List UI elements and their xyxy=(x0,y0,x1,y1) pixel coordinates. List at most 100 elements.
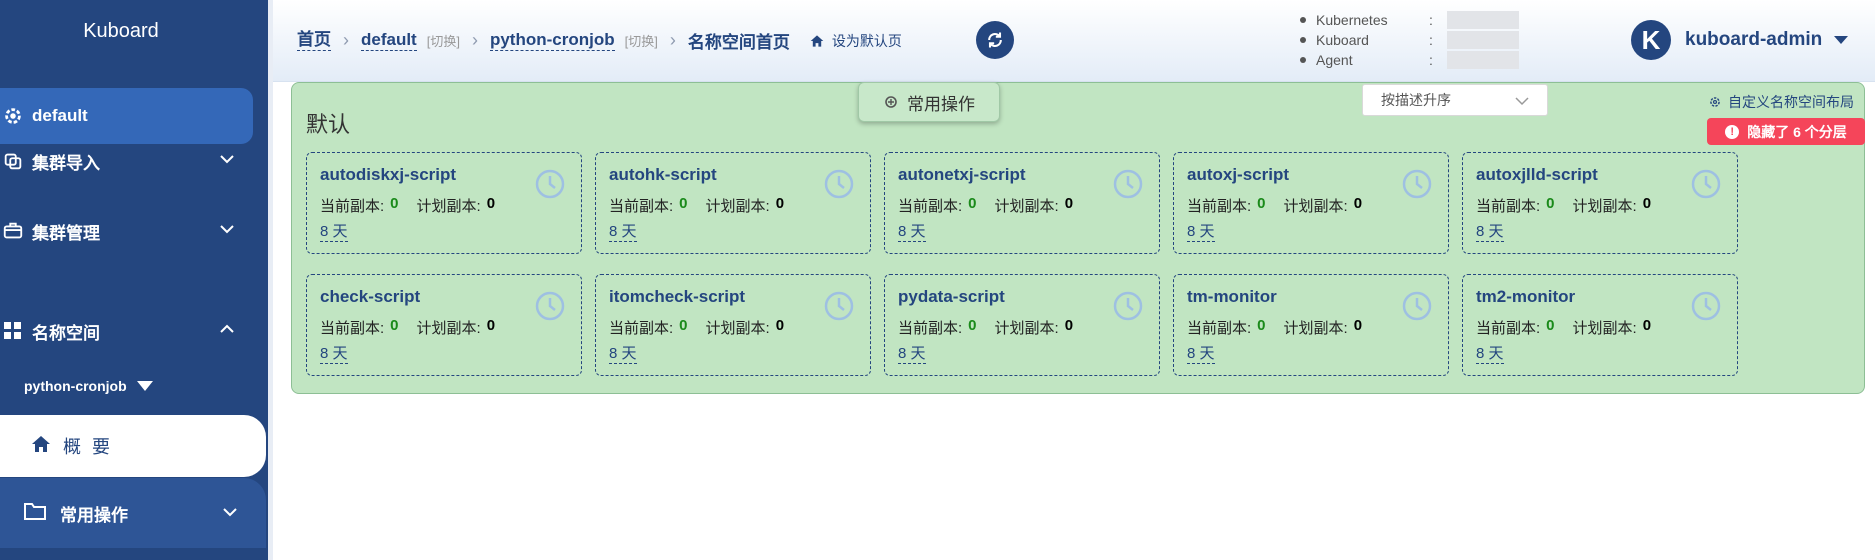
refresh-button[interactable] xyxy=(976,21,1014,59)
user-menu[interactable]: K kuboard-admin xyxy=(1631,20,1849,60)
bullet-icon xyxy=(1300,17,1306,23)
custom-layout-link[interactable]: 自定义名称空间布局 xyxy=(1708,92,1854,112)
workload-card[interactable]: itomcheck-script 当前副本: 0 计划副本: 0 8 天 xyxy=(595,274,871,376)
sidebar-item-label: 概 要 xyxy=(63,437,114,457)
current-replicas-value: 0 xyxy=(1546,195,1555,212)
planned-replicas-label: 计划副本: xyxy=(994,320,1059,337)
chevron-right-icon: › xyxy=(669,30,676,50)
current-replicas-value: 0 xyxy=(1257,317,1266,334)
sidebar-item-overview[interactable]: 概 要 xyxy=(0,415,266,477)
workload-age: 8 天 xyxy=(898,223,926,242)
planned-replicas-label: 计划副本: xyxy=(1572,320,1637,337)
workload-card[interactable]: autodiskxj-script 当前副本: 0 计划副本: 0 8 天 xyxy=(306,152,582,254)
clock-icon xyxy=(1401,168,1433,205)
workload-card[interactable]: autohk-script 当前副本: 0 计划副本: 0 8 天 xyxy=(595,152,871,254)
redacted-value xyxy=(1446,31,1519,49)
sidebar-scrollbar[interactable] xyxy=(268,0,273,560)
workload-age: 8 天 xyxy=(1476,223,1504,242)
planned-replicas-value: 0 xyxy=(1642,195,1652,212)
workload-name[interactable]: itomcheck-script xyxy=(609,287,745,307)
sidebar-item-label: 集群导入 xyxy=(32,153,100,173)
common-ops-button[interactable]: 常用操作 xyxy=(858,82,1000,122)
workload-card[interactable]: tm-monitor 当前副本: 0 计划副本: 0 8 天 xyxy=(1173,274,1449,376)
sidebar-item-cluster-import[interactable]: 集群导入 xyxy=(0,133,253,189)
clock-icon xyxy=(534,168,566,205)
breadcrumb-cluster-link[interactable]: default xyxy=(361,30,417,51)
workload-name[interactable]: check-script xyxy=(320,287,420,307)
switch-cluster-link[interactable]: [切换] xyxy=(427,31,460,50)
workload-age: 8 天 xyxy=(898,345,926,364)
workload-age: 8 天 xyxy=(1476,345,1504,364)
planned-replicas-label: 计划副本: xyxy=(1283,198,1348,215)
namespace-name: python-cronjob xyxy=(24,378,127,394)
caret-down-icon xyxy=(136,381,153,391)
workload-name[interactable]: autonetxj-script xyxy=(898,165,1026,185)
sort-select[interactable]: 按描述升序 xyxy=(1362,84,1548,116)
breadcrumb-home-link[interactable]: 首页 xyxy=(297,30,331,51)
current-replicas-value: 0 xyxy=(390,317,399,334)
sidebar-item-namespaces[interactable]: 名称空间 xyxy=(0,303,253,359)
breadcrumb: 首页 › default [切换] › python-cronjob [切换] … xyxy=(297,28,902,53)
workload-name[interactable]: tm-monitor xyxy=(1187,287,1277,307)
workload-name[interactable]: autoxj-script xyxy=(1187,165,1289,185)
version-kubernetes-label: Kubernetes xyxy=(1316,12,1388,28)
sidebar-item-cluster-manage[interactable]: 集群管理 xyxy=(0,203,253,259)
clock-icon xyxy=(1690,168,1722,205)
bullet-icon xyxy=(1300,37,1306,43)
workload-name[interactable]: pydata-script xyxy=(898,287,1005,307)
watermark: CSDN @勇敢牛牛的喵桑 xyxy=(1480,513,1803,545)
chevron-down-icon xyxy=(219,151,235,172)
replica-stats: 当前副本: 0 计划副本: 0 xyxy=(320,195,495,216)
current-replicas-value: 0 xyxy=(679,317,688,334)
workload-age: 8 天 xyxy=(320,223,348,242)
replica-stats: 当前副本: 0 计划副本: 0 xyxy=(1187,195,1362,216)
planned-replicas-label: 计划副本: xyxy=(705,320,770,337)
workload-name[interactable]: autoxjlld-script xyxy=(1476,165,1598,185)
sidebar-item-label: default xyxy=(32,106,88,125)
switch-namespace-link[interactable]: [切换] xyxy=(625,31,658,50)
workload-name[interactable]: autohk-script xyxy=(609,165,717,185)
set-default-page-link[interactable]: 设为默认页 xyxy=(810,31,902,51)
current-replicas-label: 当前副本: xyxy=(1476,198,1541,215)
planned-replicas-value: 0 xyxy=(1353,195,1363,212)
workload-card[interactable]: pydata-script 当前副本: 0 计划副本: 0 8 天 xyxy=(884,274,1160,376)
version-kuboard-label: Kuboard xyxy=(1316,32,1369,48)
set-default-label: 设为默认页 xyxy=(831,32,902,49)
workload-card[interactable]: autoxj-script 当前副本: 0 计划副本: 0 8 天 xyxy=(1173,152,1449,254)
current-replicas-label: 当前副本: xyxy=(898,320,963,337)
cluster-manage-icon xyxy=(0,220,30,242)
version-info: Kubernetes : Kuboard : Agent : xyxy=(1300,10,1519,70)
user-name: kuboard-admin xyxy=(1685,29,1823,50)
refresh-icon xyxy=(988,32,1002,48)
chevron-down-icon xyxy=(219,221,235,242)
current-replicas-label: 当前副本: xyxy=(1476,320,1541,337)
clock-icon xyxy=(534,290,566,327)
clock-icon xyxy=(1112,290,1144,327)
caret-down-icon xyxy=(1834,36,1849,44)
home-icon xyxy=(810,34,824,47)
workload-name[interactable]: tm2-monitor xyxy=(1476,287,1575,307)
sidebar-item-common-ops[interactable]: 常用操作 xyxy=(0,478,266,548)
chevron-down-icon xyxy=(222,504,238,525)
breadcrumb-namespace-link[interactable]: python-cronjob xyxy=(489,30,615,51)
bullet-icon xyxy=(1300,57,1306,63)
replica-stats: 当前副本: 0 计划副本: 0 xyxy=(898,317,1073,338)
replica-stats: 当前副本: 0 计划副本: 0 xyxy=(898,195,1073,216)
sidebar: Kuboard default 集群导入 集群管理 名称空间 python-cr… xyxy=(0,0,273,560)
gear-icon xyxy=(1710,97,1720,107)
planned-replicas-value: 0 xyxy=(1064,317,1074,334)
workload-card[interactable]: autoxjlld-script 当前副本: 0 计划副本: 0 8 天 xyxy=(1462,152,1738,254)
version-separator: : xyxy=(1429,52,1433,68)
current-replicas-value: 0 xyxy=(1257,195,1266,212)
workload-card[interactable]: check-script 当前副本: 0 计划副本: 0 8 天 xyxy=(306,274,582,376)
workload-age: 8 天 xyxy=(1187,345,1215,364)
hidden-layers-badge[interactable]: ! 隐藏了 6 个分层 xyxy=(1707,118,1865,145)
workload-name[interactable]: autodiskxj-script xyxy=(320,165,456,185)
workload-card[interactable]: autonetxj-script 当前副本: 0 计划副本: 0 8 天 xyxy=(884,152,1160,254)
breadcrumb-current: 名称空间首页 xyxy=(687,33,790,52)
workload-card[interactable]: tm2-monitor 当前副本: 0 计划副本: 0 8 天 xyxy=(1462,274,1738,376)
current-replicas-value: 0 xyxy=(968,195,977,212)
planned-replicas-label: 计划副本: xyxy=(416,320,481,337)
version-agent-label: Agent xyxy=(1316,52,1353,68)
namespace-selector[interactable]: python-cronjob xyxy=(24,378,153,394)
